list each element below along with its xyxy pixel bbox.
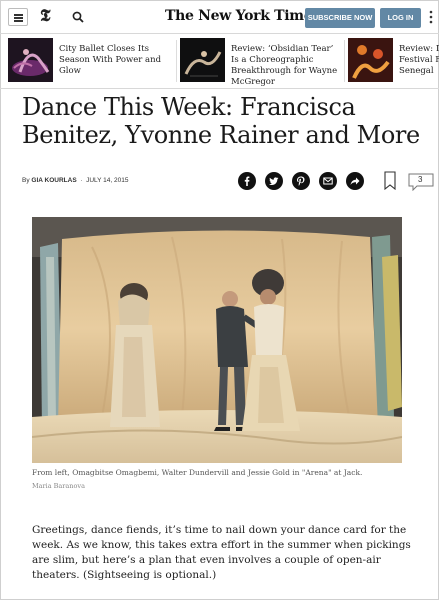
subscribe-button[interactable]: SUBSCRIBE NOW: [305, 8, 375, 28]
pinterest-share-icon[interactable]: [292, 172, 310, 190]
facebook-share-icon[interactable]: [238, 172, 256, 190]
photo-credit: Maria Baranova: [32, 482, 85, 490]
byline: By GIA KOURLAS · JULY 14, 2015: [22, 177, 128, 184]
photo-caption: From left, Omagbitse Omagbemi, Walter Du…: [32, 468, 363, 477]
related-article-item[interactable]: City Ballet Closes Its Season With Power…: [8, 38, 173, 84]
related-title: Review: D Festival F Senegal: [399, 44, 439, 76]
publish-date: JULY 14, 2015: [86, 177, 129, 184]
related-article-item[interactable]: Review: D Festival F Senegal: [348, 38, 439, 84]
t-logo[interactable]: 𝕿: [40, 6, 50, 26]
email-share-icon[interactable]: [319, 172, 337, 190]
related-thumbnail: [348, 38, 393, 82]
related-title: Review: ‘Obsidian Tear’ Is a Choreograph…: [231, 44, 338, 87]
login-button[interactable]: LOG IN: [380, 8, 421, 28]
menu-icon[interactable]: [8, 8, 28, 26]
byline-prefix: By: [22, 177, 30, 184]
related-articles-strip: City Ballet Closes Its Season With Power…: [0, 34, 439, 89]
article-photo: [32, 217, 402, 463]
more-options-icon[interactable]: [428, 9, 434, 25]
twitter-share-icon[interactable]: [265, 172, 283, 190]
related-article-item[interactable]: Review: ‘Obsidian Tear’ Is a Choreograph…: [180, 38, 345, 87]
related-title: City Ballet Closes Its Season With Power…: [59, 44, 162, 76]
related-thumbnail: [180, 38, 225, 82]
divider: [344, 40, 345, 82]
article-body-paragraph: Greetings, dance fiends, it’s time to na…: [32, 524, 411, 581]
article-headline: Dance This Week: Francisca Benitez, Yvon…: [22, 93, 420, 149]
related-thumbnail: [8, 38, 53, 82]
author-link[interactable]: GIA KOURLAS: [31, 177, 76, 184]
comment-count: 3: [418, 175, 423, 184]
bookmark-icon[interactable]: [384, 171, 396, 190]
search-icon[interactable]: [72, 11, 84, 23]
comments-button[interactable]: 3: [408, 173, 434, 191]
share-arrow-icon[interactable]: [346, 172, 364, 190]
divider: [176, 40, 177, 82]
byline-separator: ·: [78, 177, 85, 184]
top-bar: 𝕿 The New York Times SUBSCRIBE NOW LOG I…: [0, 0, 439, 34]
nyt-logo[interactable]: The New York Times: [165, 8, 320, 24]
